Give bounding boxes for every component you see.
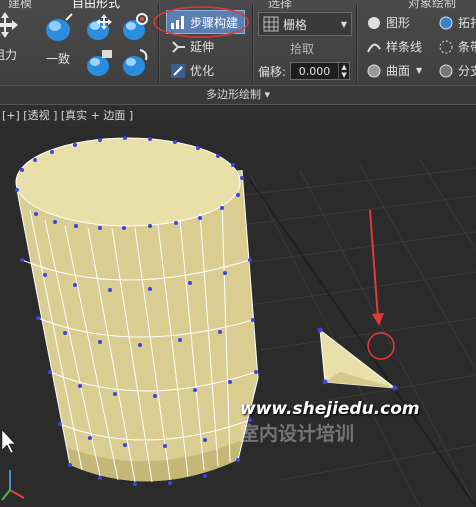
surface-button[interactable]: 曲面 ▼: [366, 62, 422, 79]
cylinder-cap[interactable]: [15, 137, 241, 227]
spinner-arrows-icon[interactable]: ▲ ▼: [338, 63, 349, 79]
grid-icon: [263, 16, 279, 32]
optimize-icon: [171, 63, 185, 78]
cylinder-mesh[interactable]: [15, 136, 259, 486]
strips-button[interactable]: 条带: [438, 38, 476, 55]
extend-label: 延伸: [190, 40, 215, 54]
tab-object-paint[interactable]: 对象绘制: [408, 0, 456, 11]
branches-label: 分支: [458, 64, 476, 78]
shape-icon: [368, 16, 380, 29]
viewport[interactable]: www.shejiedu.com 室内设计培训: [0, 127, 476, 507]
shift-brush-icon[interactable]: [120, 12, 150, 42]
annotation-circle: [367, 332, 395, 360]
grid-dropdown-value: 栅格: [283, 17, 308, 32]
axis-gizmo: [1, 470, 25, 501]
group-title: 多边形绘制 ▾: [205, 88, 271, 101]
drag-label: 阻力: [0, 48, 17, 62]
viewport-label[interactable]: [+] [透视 ] [真实 + 边面 ]: [2, 109, 133, 122]
branches-icon: [439, 64, 453, 77]
spline-button[interactable]: 样条线: [366, 38, 422, 55]
shape-label: 图形: [386, 16, 411, 30]
optimize-button[interactable]: 优化: [170, 62, 214, 79]
conform-label: 一致: [45, 52, 70, 66]
extend-button[interactable]: 延伸: [170, 38, 214, 55]
extend-icon: [172, 40, 185, 53]
topology-button[interactable]: 拓扑: [438, 14, 476, 31]
annotation-arrow: [369, 209, 379, 319]
spline-icon: [367, 43, 381, 52]
chevron-down-icon: ▼: [340, 19, 347, 29]
shift-scale-icon[interactable]: [120, 48, 150, 78]
optimize-label: 优化: [190, 64, 215, 78]
offset-row: 偏移: 0.000 ▲ ▼: [258, 62, 351, 80]
topology-label: 拓扑: [458, 16, 476, 30]
move-arrows-icon: [0, 12, 18, 38]
move-brush-icon[interactable]: [84, 12, 114, 42]
offset-input[interactable]: 0.000: [291, 65, 338, 78]
drag-button[interactable]: 阻力: [0, 10, 20, 63]
tab-selection[interactable]: 选择: [268, 0, 292, 11]
viewport-header: [+] [透视 ] [真实 + 边面 ]: [0, 104, 476, 127]
highlight-ellipse: [153, 6, 249, 38]
ribbon: 建模 自由形式 选择 对象绘制 阻力 一致: [0, 0, 476, 104]
shift-rotate-icon[interactable]: [84, 48, 114, 78]
shape-button[interactable]: 图形: [366, 14, 410, 31]
conform-brush-icon: [46, 13, 73, 41]
surface-icon: [367, 64, 381, 77]
separator: [356, 4, 358, 82]
grid-dropdown[interactable]: 栅格 ▼: [258, 12, 352, 36]
topology-icon: [439, 16, 453, 29]
strips-label: 条带: [458, 40, 476, 54]
group-title-bar[interactable]: 多边形绘制 ▾: [0, 85, 476, 104]
surface-label: 曲面: [386, 64, 411, 78]
strips-icon: [439, 40, 453, 53]
triangle-polygon[interactable]: [317, 327, 398, 391]
offset-label: 偏移:: [258, 64, 287, 79]
viewport-scene: [1, 136, 476, 507]
spline-label: 样条线: [386, 40, 423, 54]
branches-button[interactable]: 分支: [438, 62, 476, 79]
chevron-down-icon[interactable]: ▼: [416, 66, 422, 75]
cursor-icon: [1, 429, 16, 454]
conform-button[interactable]: 一致: [42, 12, 74, 67]
pick-label[interactable]: 拾取: [290, 40, 314, 57]
watermark-name: 室内设计培训: [240, 423, 355, 445]
watermark-url: www.shejiedu.com: [240, 399, 420, 419]
tab-freeform[interactable]: 自由形式: [72, 0, 120, 11]
offset-spinner[interactable]: 0.000 ▲ ▼: [290, 62, 351, 80]
ground-axis: [249, 179, 476, 507]
separator: [252, 4, 254, 82]
arrow-head-icon: [372, 313, 384, 326]
